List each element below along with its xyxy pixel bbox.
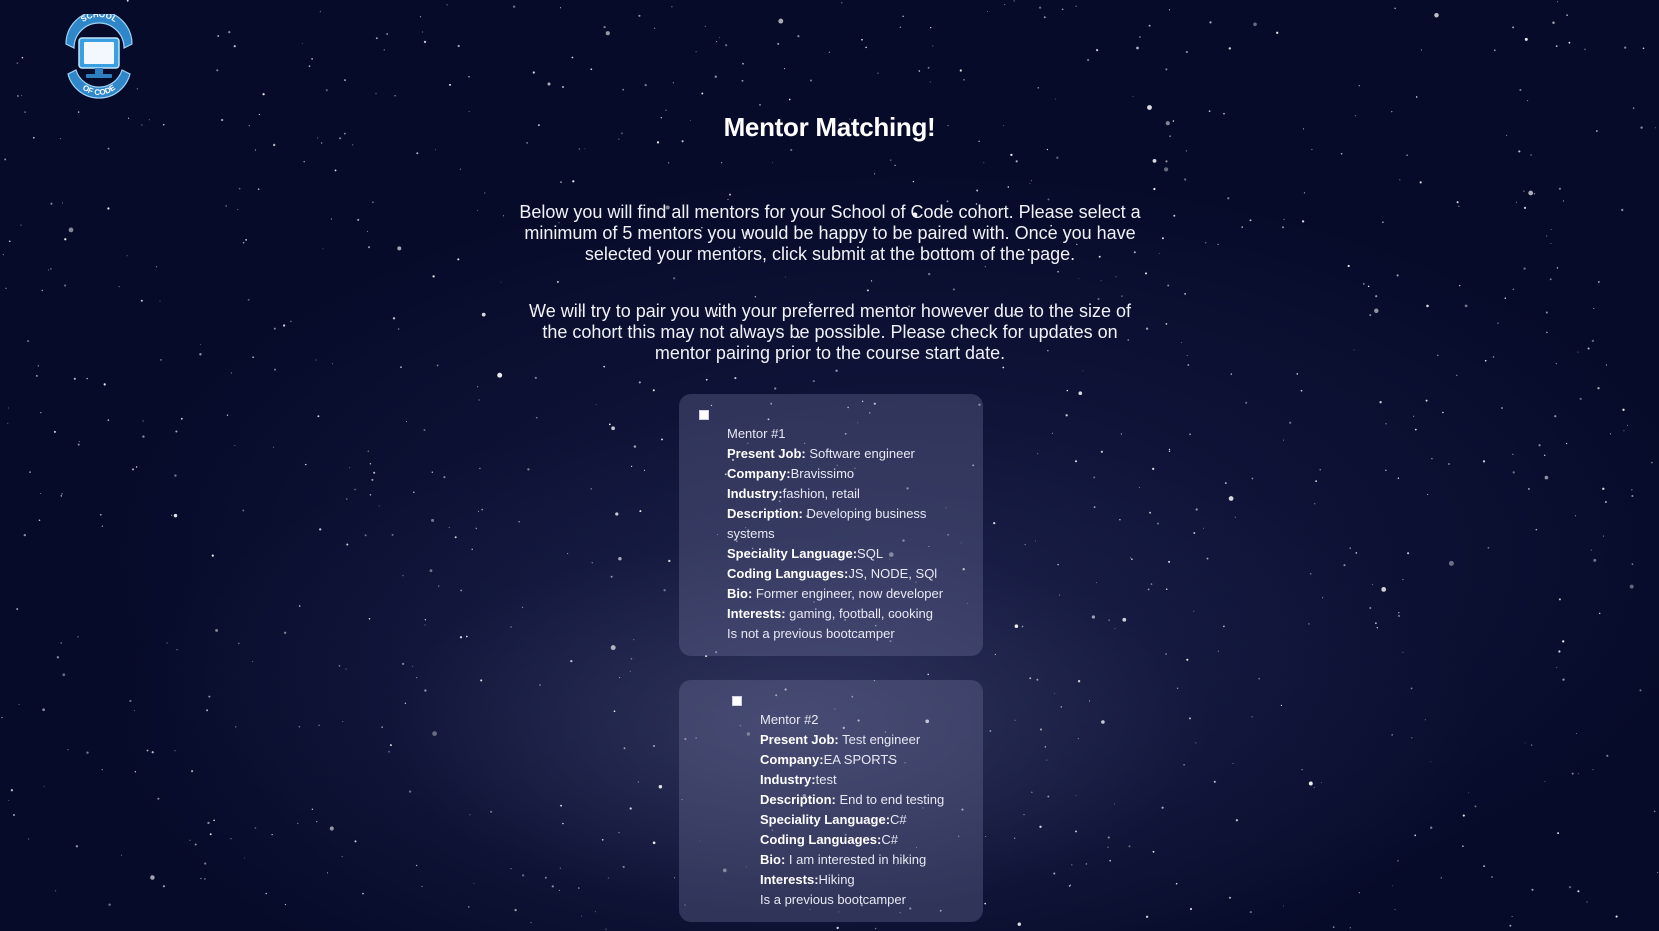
mentor-company: Company:Bravissimo — [727, 466, 855, 481]
mentor-description: Description: End to end testing — [760, 792, 945, 807]
mentor-details: Mentor #2 Present Job: Test engineer Com… — [760, 710, 970, 910]
mentor-bootcamper-status: Is a previous bootcamper — [760, 892, 906, 907]
mentor-industry: Industry:test — [760, 772, 837, 787]
mentor-card: Mentor #1 Present Job: Software engineer… — [679, 394, 983, 656]
intro-paragraph-pairing: We will try to pair you with your prefer… — [529, 301, 1131, 363]
mentor-industry: Industry:fashion, retail — [727, 486, 860, 501]
mentor-speciality-language: Speciality Language:C# — [760, 812, 907, 827]
mentor-bio: Bio: Former engineer, now developer — [727, 586, 944, 601]
mentor-bootcamper-status: Is not a previous bootcamper — [727, 626, 895, 641]
mentor-present-job: Present Job: Software engineer — [727, 446, 915, 461]
mentor-interests: Interests: gaming, football, cooking — [727, 606, 933, 621]
page-title: Mentor Matching! — [723, 112, 936, 142]
intro-paragraph-selection: Below you will find all mentors for your… — [519, 202, 1141, 264]
mentor-details: Mentor #1 Present Job: Software engineer… — [727, 424, 962, 644]
mentor-coding-languages: Coding Languages:C# — [760, 832, 898, 847]
computer-monitor-icon — [78, 37, 120, 78]
mentor-coding-languages: Coding Languages:JS, NODE, SQl — [727, 566, 938, 581]
mentor-heading: Mentor #2 — [760, 712, 819, 727]
mentor-company: Company:EA SPORTS — [760, 752, 898, 767]
mentor-card: Mentor #2 Present Job: Test engineer Com… — [679, 680, 983, 922]
mentor-interests: Interests:Hiking — [760, 872, 855, 887]
mentor-present-job: Present Job: Test engineer — [760, 732, 921, 747]
mentor-select-checkbox[interactable] — [699, 410, 709, 420]
school-of-code-logo: SCHOOL OF CODE — [62, 10, 136, 100]
mentor-speciality-language: Speciality Language:SQL — [727, 546, 884, 561]
mentor-select-checkbox[interactable] — [732, 696, 742, 706]
mentor-description: Description: Developing business systems — [727, 506, 927, 541]
mentor-heading: Mentor #1 — [727, 426, 786, 441]
mentor-bio: Bio: I am interested in hiking — [760, 852, 927, 867]
